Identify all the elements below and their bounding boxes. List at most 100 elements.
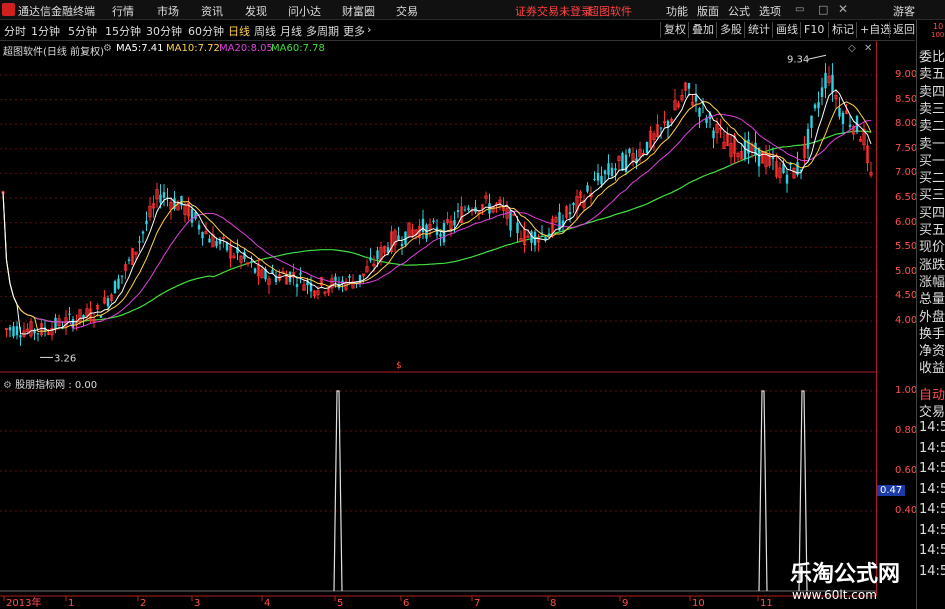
- quote-label: 买五: [919, 223, 945, 238]
- overlay-button[interactable]: 叠加: [688, 22, 717, 38]
- quote-label: 14:56: [919, 502, 945, 517]
- xaxis-label: 7: [474, 598, 480, 609]
- price-tick: 6.00: [895, 216, 918, 228]
- tab-multi-period[interactable]: 多周期: [306, 23, 339, 39]
- candle-body-down: [197, 224, 201, 230]
- tab-daily[interactable]: 日线: [228, 23, 250, 39]
- quote-label: 外盘: [919, 309, 945, 325]
- candle-body-down: [215, 240, 218, 247]
- candle-body-down: [194, 212, 197, 219]
- candle-body-down: [824, 72, 827, 89]
- xaxis-label: 6: [403, 598, 409, 609]
- candle-body-down: [162, 192, 166, 198]
- price-tick: 9.00: [895, 69, 918, 80]
- candle-body-down: [106, 298, 110, 307]
- candle-body-down: [453, 219, 456, 226]
- quote-label: 涨幅: [919, 274, 945, 290]
- candle-body-down: [547, 233, 551, 237]
- quote-label: 交易: [919, 405, 945, 420]
- xaxis-label: 9: [622, 598, 628, 609]
- candle-body-down: [334, 276, 337, 281]
- ma5-line: [2, 89, 872, 335]
- quote-label: 净资: [919, 344, 945, 360]
- candle-body-down: [694, 95, 698, 102]
- candle-body-down: [848, 124, 852, 127]
- candle-body-down: [250, 261, 253, 263]
- candle-body-down: [225, 242, 229, 251]
- chevron-right-icon[interactable]: ›: [367, 23, 371, 36]
- candle-body-down: [572, 202, 575, 206]
- login-alert[interactable]: 证券交易未登录: [515, 3, 592, 19]
- menu-xuanxiang[interactable]: 选项: [759, 3, 781, 19]
- menu-gongneng[interactable]: 功能: [666, 3, 688, 19]
- fuquan-button[interactable]: 复权: [660, 22, 689, 38]
- quote-label: 买二: [919, 171, 945, 187]
- indicator-spike: [758, 390, 768, 592]
- menu-hangqing[interactable]: 行情: [112, 3, 134, 19]
- menu-caifuquan[interactable]: 财富圈: [342, 3, 375, 19]
- menu-faxian[interactable]: 发现: [245, 3, 267, 19]
- quote-label: 卖三: [919, 101, 945, 117]
- tab-30min[interactable]: 30分钟: [146, 23, 182, 39]
- minimize-icon[interactable]: ▭: [795, 4, 804, 15]
- tab-60min[interactable]: 60分钟: [188, 23, 224, 39]
- menu-banmian[interactable]: 版面: [697, 3, 719, 19]
- price-tick: 6.50: [895, 192, 918, 203]
- quote-label: 14:56: [919, 440, 945, 456]
- watermark-title: 乐淘公式网: [790, 562, 901, 587]
- candle-body-down: [400, 243, 404, 247]
- menu-zixun[interactable]: 资讯: [201, 3, 223, 19]
- multi-stock-button[interactable]: 多股: [716, 22, 745, 38]
- mark-button[interactable]: 标记: [828, 22, 857, 38]
- candle-body-down: [376, 250, 379, 260]
- period-toolbar: 分时 1分钟 5分钟 15分钟 30分钟 60分钟 日线 周线 月线 多周期 更…: [0, 20, 915, 41]
- statistics-button[interactable]: 统计: [744, 22, 773, 38]
- quote-label: 14:56: [919, 543, 945, 558]
- tab-more[interactable]: 更多: [343, 23, 365, 39]
- candle-body-down: [621, 152, 624, 171]
- tab-monthly[interactable]: 月线: [280, 23, 302, 39]
- menu-gongshi[interactable]: 公式: [728, 3, 750, 19]
- menu-jiaoyi[interactable]: 交易: [396, 3, 418, 19]
- menu-shichang[interactable]: 市场: [157, 3, 179, 19]
- candle-body-down: [712, 130, 715, 139]
- candle-body-down: [813, 104, 817, 109]
- price-tick: 4.50: [895, 290, 918, 302]
- candle-body-down: [607, 163, 610, 175]
- candle-body-down: [456, 210, 460, 212]
- quote-label: 委比: [919, 50, 945, 65]
- corner-bottom-value: 1000: [931, 31, 945, 39]
- xaxis-label: 2: [140, 598, 146, 609]
- tab-15min[interactable]: 15分钟: [105, 23, 141, 39]
- candle-body-down: [442, 223, 446, 243]
- maximize-icon[interactable]: □: [818, 3, 828, 16]
- tab-1min[interactable]: 1分钟: [31, 23, 60, 39]
- candle-body-down: [138, 241, 141, 243]
- candle-body-down: [838, 107, 841, 117]
- candle-body-down: [295, 284, 299, 288]
- guest-user[interactable]: 游客: [893, 3, 915, 19]
- candle-body-down: [806, 128, 810, 149]
- candle-body-down: [120, 275, 124, 277]
- indicator-tick: 0.40: [895, 505, 918, 516]
- quote-label: 收益: [919, 361, 945, 377]
- quote-label: 买一: [919, 153, 945, 169]
- kline-chart[interactable]: 9.34 3.26 $ 2013年 1 2 3 4 5 6 7 8 9 10 11: [0, 41, 876, 609]
- quote-label: 总量: [919, 292, 945, 308]
- close-icon[interactable]: ✕: [838, 2, 848, 16]
- tab-5min[interactable]: 5分钟: [68, 23, 97, 39]
- tab-fenshi[interactable]: 分时: [4, 23, 26, 39]
- candle-body-down: [117, 278, 120, 289]
- tab-weekly[interactable]: 周线: [254, 23, 276, 39]
- f10-button[interactable]: F10: [800, 22, 827, 38]
- back-button[interactable]: 返回: [889, 22, 918, 38]
- quote-label: 14:56: [919, 420, 945, 435]
- candle-body-down: [127, 259, 131, 261]
- candle-body-down: [628, 148, 631, 154]
- menu-wenxiaoda[interactable]: 问小达: [288, 3, 321, 19]
- quote-label: 涨跌: [919, 257, 945, 273]
- draw-line-button[interactable]: 画线: [772, 22, 801, 38]
- candle-body-down: [698, 108, 701, 117]
- candle-body-down: [593, 178, 596, 180]
- xaxis-label: 3: [194, 598, 200, 609]
